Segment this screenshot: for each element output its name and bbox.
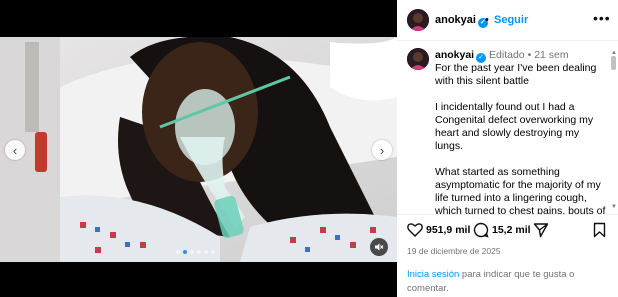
caption-username[interactable]: anokyai [435,49,474,61]
share-button[interactable] [533,222,549,238]
share-icon [533,223,549,238]
carousel-dot[interactable] [176,250,180,254]
caption-paragraph: For the past year I've been dealing with… [435,62,597,87]
post-media[interactable]: ‹ › [0,0,397,297]
post-photo [0,37,397,262]
comment-button[interactable]: 15,2 mil [473,222,531,238]
carousel-indicators [176,250,215,254]
like-button[interactable]: 951,9 mil [407,222,470,237]
carousel-dot[interactable] [211,250,215,254]
avatar[interactable] [407,9,429,31]
post-date[interactable]: 19 de diciembre de 2025 [407,246,501,256]
mute-button[interactable] [370,238,388,256]
carousel-dot[interactable] [197,250,201,254]
carousel-prev-button[interactable]: ‹ [5,140,25,160]
caption-scrollbar[interactable]: ▲ ▼ [611,50,617,210]
post-header: anokyai ✓ • Seguir ••• [397,0,618,41]
login-link[interactable]: Inicia sesión [407,269,459,280]
comment-icon [473,222,489,238]
post-age[interactable]: 21 sem [534,49,568,61]
edited-label: Editado [489,49,525,61]
speaker-muted-icon [375,243,384,251]
more-options-icon[interactable]: ••• [593,10,611,26]
username-link[interactable]: anokyai ✓ [435,14,488,28]
carousel-next-button[interactable]: › [372,140,392,160]
caption-header: anokyai ✓ Editado • 21 sem [435,49,569,63]
carousel-dot[interactable] [204,250,208,254]
caption-paragraph: What started as something asymptomatic f… [435,166,606,214]
chevron-right-icon: › [379,142,385,158]
like-count: 951,9 mil [426,223,471,236]
post-side-panel: anokyai ✓ • Seguir ••• anokyai ✓ Editado •… [397,0,618,297]
login-prompt: Inicia sesión para indicar que te gusta … [407,268,607,296]
heart-icon [407,223,423,237]
scroll-down-icon[interactable]: ▼ [611,204,617,210]
chevron-left-icon: ‹ [12,142,18,158]
bookmark-icon [593,222,606,238]
comment-count: 15,2 mil [492,224,531,236]
separator-dot: • [527,49,532,61]
carousel-dot[interactable] [183,250,187,254]
caption-area[interactable]: anokyai ✓ Editado • 21 sem For the past y… [397,41,618,214]
follow-button[interactable]: Seguir [494,14,528,26]
save-button[interactable] [593,222,606,238]
scrollbar-thumb[interactable] [611,56,616,70]
carousel-dot[interactable] [190,250,194,254]
avatar[interactable] [407,48,429,70]
action-bar: 951,9 mil 15,2 mil [397,220,618,242]
divider [397,214,618,215]
caption-paragraph: I incidentally found out I had a Congeni… [435,101,594,152]
separator-dot: • [485,14,489,26]
caption-text: For the past year I've been dealing with… [435,62,607,214]
